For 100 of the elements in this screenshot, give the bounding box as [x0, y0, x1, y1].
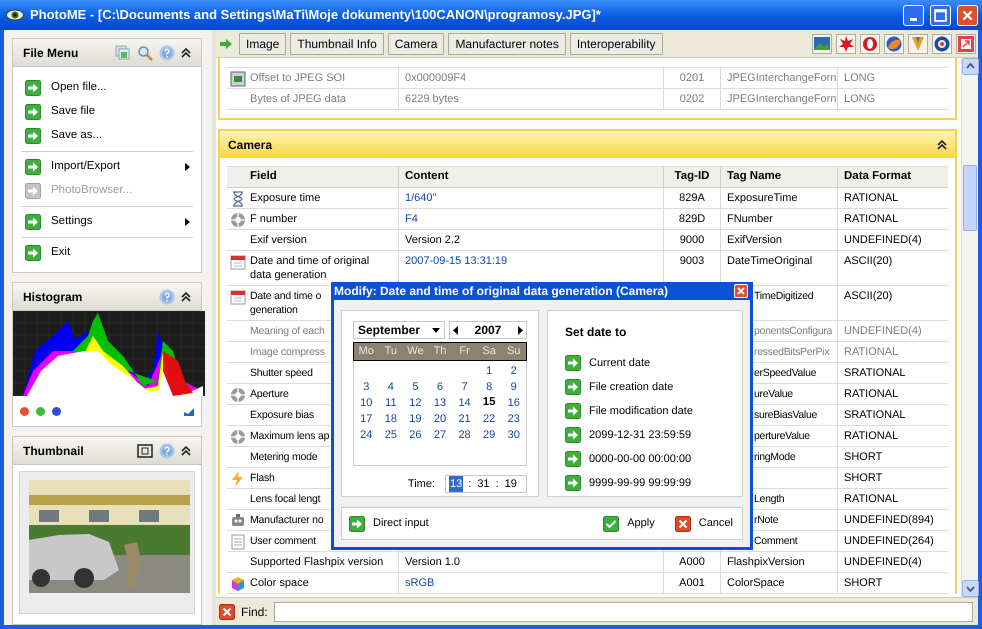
calendar-day[interactable]: 19 — [409, 410, 422, 428]
calendar-day[interactable]: 24 — [360, 426, 372, 444]
splash-button[interactable] — [836, 34, 856, 54]
table-cell[interactable]: 1/640" — [405, 192, 436, 204]
direct-input-link[interactable]: Direct input — [349, 515, 586, 532]
year-spinner[interactable]: 2007 — [449, 321, 527, 339]
channel-toggle[interactable] — [20, 406, 29, 416]
cancel-button[interactable]: Cancel — [672, 515, 735, 532]
menu-item[interactable]: Import/Export — [20, 155, 194, 179]
calendar-day[interactable]: 3 — [363, 378, 370, 396]
maximize-button[interactable] — [930, 4, 951, 26]
disc-icon — [933, 34, 951, 52]
column-header[interactable]: Field — [250, 168, 277, 186]
cone-button[interactable] — [908, 34, 928, 54]
calendar-day[interactable]: 7 — [462, 378, 468, 396]
calendar-day[interactable]: 10 — [360, 394, 372, 412]
calendar-day[interactable]: 16 — [508, 394, 520, 412]
apply-button[interactable]: Apply — [601, 515, 657, 532]
calendar-day[interactable]: 15 — [482, 394, 496, 412]
globe-button[interactable] — [884, 34, 904, 54]
landscape-button[interactable] — [812, 34, 832, 54]
channel-toggle[interactable] — [52, 406, 61, 416]
calendar-day[interactable]: 25 — [384, 426, 397, 444]
column-header[interactable]: Tag Name — [727, 168, 782, 186]
menu-item[interactable]: Save file — [20, 100, 194, 124]
calendar-day[interactable]: 23 — [508, 410, 520, 428]
help-icon[interactable] — [159, 44, 175, 60]
calendar-day[interactable]: 26 — [409, 426, 422, 444]
calendar-day[interactable]: 22 — [483, 410, 496, 428]
x-icon — [674, 516, 691, 532]
time-field[interactable]: 13 : 31 : 19 — [445, 475, 527, 493]
column-header[interactable]: Content — [405, 168, 448, 186]
calendar-day[interactable]: 27 — [434, 426, 446, 444]
calendar-day[interactable]: 2 — [510, 362, 517, 380]
month-dropdown[interactable]: September — [353, 321, 445, 339]
calendar-day[interactable]: 13 — [434, 394, 446, 412]
minimize-button[interactable] — [903, 4, 924, 26]
calendar-day[interactable]: 6 — [436, 378, 444, 396]
scroll-up-icon[interactable] — [962, 58, 979, 75]
menu-item[interactable]: Open file... — [20, 76, 194, 100]
option-link[interactable]: File modification date — [565, 399, 742, 423]
calendar-day[interactable]: 12 — [409, 394, 422, 412]
table-cell: Meaning of each — [250, 325, 325, 337]
help-icon[interactable] — [159, 442, 175, 458]
tab-button[interactable]: Camera — [388, 32, 444, 54]
table-cell: JPEGInterchangeForn — [727, 72, 836, 84]
collapse-icon[interactable] — [181, 48, 191, 58]
calendar-day[interactable]: 11 — [385, 394, 397, 412]
table-cell[interactable]: sRGB — [405, 577, 434, 589]
calendar-day[interactable]: 21 — [458, 410, 471, 428]
calendar-day[interactable]: 20 — [434, 410, 446, 428]
table-cell: Metering mode — [250, 451, 318, 463]
calendar-day[interactable]: 4 — [388, 378, 394, 396]
close-button[interactable] — [734, 284, 748, 298]
close-icon[interactable] — [219, 604, 235, 620]
option-link[interactable]: File creation date — [565, 375, 742, 399]
calendar-day[interactable]: 5 — [412, 378, 418, 396]
resize-button[interactable] — [956, 34, 976, 54]
calendar-day[interactable]: 28 — [458, 426, 471, 444]
tab-button[interactable]: Interoperability — [570, 32, 663, 54]
table-cell[interactable]: F4 — [405, 213, 418, 225]
scroll-thumb[interactable] — [963, 165, 977, 231]
collapse-icon[interactable] — [937, 140, 947, 150]
calendar-day[interactable]: 29 — [483, 426, 496, 444]
table-cell: Supported Flashpix version — [250, 556, 384, 568]
table-cell: RATIONAL — [844, 213, 898, 225]
calendar-day[interactable]: 9 — [510, 378, 517, 396]
help-icon[interactable] — [159, 288, 175, 304]
menu-item[interactable]: Settings — [20, 210, 194, 234]
tab-button[interactable]: Image — [239, 32, 286, 54]
option-link[interactable]: Current date — [565, 351, 742, 375]
calendar-day[interactable]: 18 — [384, 410, 397, 428]
disc-button[interactable] — [932, 34, 952, 54]
previous-icon[interactable] — [453, 326, 458, 334]
calendar-day[interactable]: 8 — [486, 378, 492, 396]
table-cell[interactable]: 2007-09-15 13:31:19 — [405, 255, 508, 267]
option-link[interactable]: 0000-00-00 00:00:00 — [565, 447, 742, 471]
tab-button[interactable]: Thumbnail Info — [290, 32, 384, 54]
close-button[interactable] — [957, 4, 978, 26]
next-icon[interactable] — [518, 326, 523, 334]
option-link[interactable]: 9999-99-99 99:99:99 — [565, 471, 742, 495]
channel-toggle[interactable] — [36, 406, 45, 416]
search-icon[interactable] — [137, 44, 153, 60]
scroll-down-icon[interactable] — [962, 580, 979, 597]
column-header[interactable]: Data Format — [844, 168, 912, 186]
collapse-icon[interactable] — [181, 292, 191, 302]
option-link[interactable]: 2099-12-31 23:59:59 — [565, 423, 742, 447]
calendar-day[interactable]: 17 — [360, 410, 372, 428]
menu-item[interactable]: Exit — [20, 241, 194, 265]
menu-item[interactable]: Save as... — [20, 124, 194, 148]
calendar-day[interactable]: 14 — [458, 394, 471, 412]
section-header[interactable]: Camera — [220, 131, 955, 158]
calendar-day[interactable]: 1 — [486, 362, 492, 380]
find-field[interactable] — [274, 602, 973, 622]
calendar-day[interactable]: 30 — [508, 426, 520, 444]
tab-button[interactable]: Manufacturer notes — [448, 32, 566, 54]
column-header[interactable]: Tag-ID — [674, 168, 710, 186]
table-cell: Length — [754, 493, 784, 505]
ring-button[interactable] — [860, 34, 880, 54]
collapse-icon[interactable] — [181, 446, 191, 456]
